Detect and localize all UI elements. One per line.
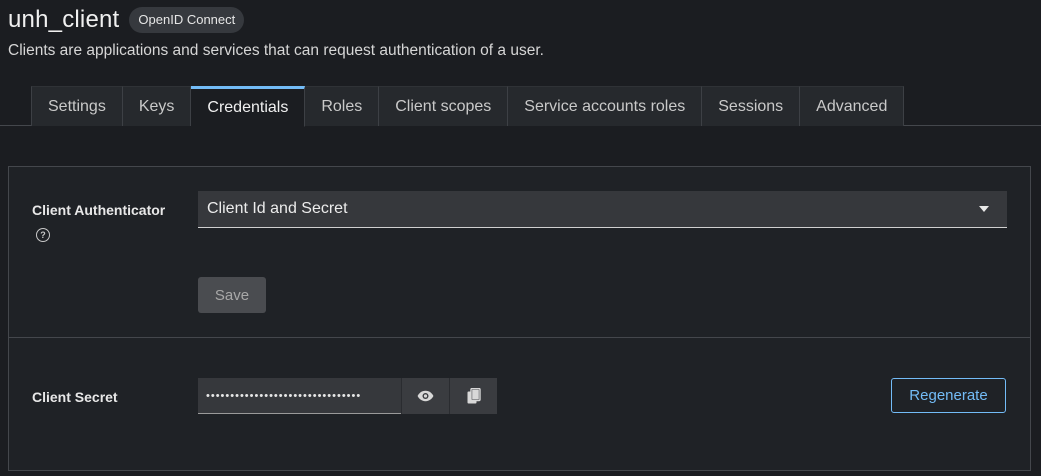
copy-icon — [467, 388, 481, 404]
client-secret-input[interactable]: •••••••••••••••••••••••••••••••• — [198, 378, 401, 414]
caret-down-icon — [979, 206, 989, 212]
tab-advanced[interactable]: Advanced — [800, 86, 905, 126]
protocol-badge: OpenID Connect — [129, 7, 245, 33]
client-tabs: Settings Keys Credentials Roles Client s… — [31, 86, 905, 127]
tab-client-scopes[interactable]: Client scopes — [379, 86, 509, 126]
eye-icon — [417, 390, 434, 402]
tab-roles[interactable]: Roles — [305, 86, 380, 126]
tab-service-accounts-roles[interactable]: Service accounts roles — [508, 86, 703, 126]
question-circle-icon[interactable]: ? — [36, 228, 50, 242]
regenerate-button[interactable]: Regenerate — [891, 378, 1006, 413]
client-authenticator-label: Client Authenticator — [32, 202, 166, 218]
tab-settings[interactable]: Settings — [31, 86, 123, 126]
client-authenticator-card: Client Authenticator ? Client Id and Sec… — [8, 166, 1031, 338]
client-secret-label: Client Secret — [32, 389, 118, 405]
tab-sessions[interactable]: Sessions — [702, 86, 801, 126]
client-authenticator-value: Client Id and Secret — [207, 200, 348, 217]
client-authenticator-select[interactable]: Client Id and Secret — [198, 191, 1007, 228]
page-description: Clients are applications and services th… — [8, 42, 544, 59]
save-button[interactable]: Save — [198, 277, 266, 313]
tab-credentials[interactable]: Credentials — [191, 86, 306, 127]
show-secret-button[interactable] — [401, 378, 449, 414]
client-secret-card: Client Secret ••••••••••••••••••••••••••… — [8, 337, 1031, 471]
title-row: unh_client OpenID Connect — [8, 4, 1041, 36]
client-secret-input-group: •••••••••••••••••••••••••••••••• — [198, 378, 497, 414]
tabs-bar: Settings Keys Credentials Roles Client s… — [0, 86, 1041, 127]
page-header: unh_client OpenID Connect Clients are ap… — [8, 4, 1041, 59]
copy-secret-button[interactable] — [449, 378, 497, 414]
page-title: unh_client — [8, 6, 120, 33]
tab-keys[interactable]: Keys — [122, 86, 192, 126]
